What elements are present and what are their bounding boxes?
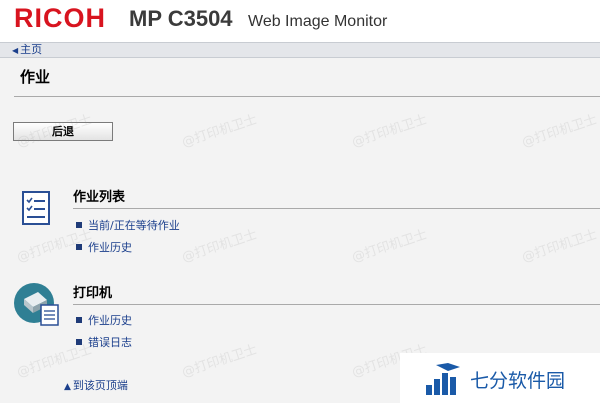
section-divider (73, 208, 600, 209)
bar-logo-icon (426, 363, 460, 395)
bullet-icon (76, 339, 82, 345)
bullet-icon (76, 244, 82, 250)
printer-icon (14, 283, 59, 326)
product-name: Web Image Monitor (248, 13, 388, 30)
link-error-log[interactable]: 错误日志 (76, 334, 132, 350)
brand-text: 七分软件园 (470, 370, 566, 392)
up-arrow-icon: ▲ (64, 382, 71, 392)
back-arrow-icon: ◀ (12, 46, 19, 55)
home-link[interactable]: ◀ 主页 (12, 43, 42, 58)
section-title-job-list: 作业列表 (73, 190, 126, 205)
back-to-top-link[interactable]: ▲ 到该页顶端 (64, 377, 128, 393)
page-title: 作业 (20, 68, 51, 86)
section-title-printer: 打印机 (73, 286, 113, 301)
home-link-label: 主页 (20, 43, 43, 56)
title-divider (14, 96, 600, 97)
link-current-waiting-jobs[interactable]: 当前/正在等待作业 (76, 217, 180, 233)
back-to-top-label: 到该页顶端 (72, 379, 128, 392)
back-button[interactable]: 后退 (13, 122, 113, 141)
link-label: 错误日志 (88, 336, 132, 349)
ricoh-logo: RICOH (14, 3, 106, 33)
job-list-icon (22, 191, 50, 225)
navigation-bar: ◀ 主页 (0, 42, 600, 58)
link-printer-job-history[interactable]: 作业历史 (76, 312, 132, 328)
bullet-icon (76, 317, 82, 323)
brand-badge: 七分软件园 (400, 353, 600, 403)
header: RICOH MP C3504 Web Image Monitor (0, 0, 600, 42)
main-content: 作业 后退 作业列表 当前/正在等待作业 作业历史 打印机 作业历史 错误日志 … (0, 58, 600, 403)
bullet-icon (76, 222, 82, 228)
section-divider (73, 304, 600, 305)
link-label: 作业历史 (88, 241, 132, 254)
link-job-history[interactable]: 作业历史 (76, 239, 132, 255)
link-label: 作业历史 (88, 314, 132, 327)
link-label: 当前/正在等待作业 (88, 219, 180, 232)
model-name: MP C3504 (129, 6, 233, 31)
